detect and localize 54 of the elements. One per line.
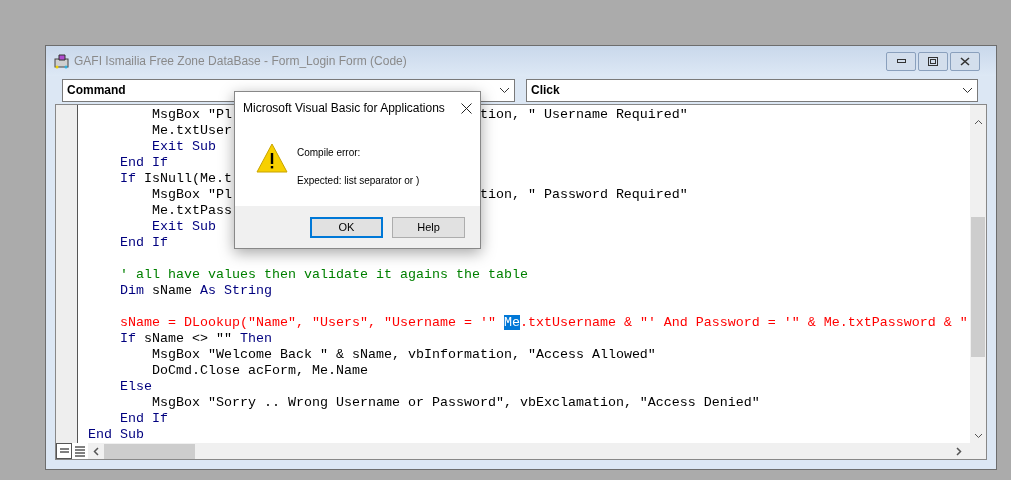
code-text: MsgBox "Sorry .. Wrong Username or Password", vbExclamation, "Access Denied" (151, 395, 760, 410)
form-icon (54, 53, 70, 69)
close-icon[interactable] (461, 102, 472, 114)
procedure-view-icon[interactable] (56, 443, 72, 459)
code-error-text: .txtUsername & "' And Password = '" & Me.txtPassword & " (519, 315, 968, 330)
code-text: DoCmd.Close acForm, Me.Name (151, 363, 368, 378)
code-text: tion, " Username Required" (479, 107, 688, 122)
dialog-button[interactable]: Help (392, 216, 465, 238)
dialog-title: Microsoft Visual Basic for Applications (243, 100, 445, 117)
code-keyword: End Sub (88, 427, 144, 442)
code-text: sName <> "" (143, 331, 233, 346)
code-keyword: Dim (119, 283, 144, 298)
error-message: Expected: list separator or ) (297, 174, 420, 188)
code-keyword: End If (119, 155, 168, 170)
dropdown[interactable]: Click (526, 78, 978, 102)
full-module-view-icon[interactable] (72, 443, 88, 459)
code-text: Me.txtUser (151, 123, 232, 138)
code-keyword: End If (119, 411, 168, 426)
code-text: sName (151, 283, 193, 298)
chevron-down-icon (973, 433, 983, 439)
chevron-right-icon (956, 446, 962, 456)
horizontal-scroll-thumb[interactable] (104, 443, 195, 459)
restore-icon (928, 56, 938, 66)
code-text: MsgBox "Pl (151, 187, 232, 202)
minimize-button[interactable] (886, 51, 916, 71)
chevron-down-icon (962, 86, 973, 94)
code-keyword: Then (240, 331, 272, 346)
code-error-text: sName = DLookup("Name", "Users", "Username = '" (119, 315, 497, 330)
warning-icon (256, 142, 288, 174)
error-heading: Compile error: (297, 146, 362, 160)
code-keyword: If (119, 171, 136, 186)
code-comment: ' all have values then validate it agains the table (119, 267, 528, 282)
code-text: MsgBox "Pl (151, 107, 232, 122)
code-keyword: Exit Sub (151, 219, 216, 234)
code-keyword: Else (119, 379, 152, 394)
code-keyword: As String (200, 283, 272, 298)
code-text: tion, " Password Required" (479, 187, 688, 202)
code-keyword: End If (119, 235, 168, 250)
dialog-button[interactable]: OK (310, 216, 383, 238)
chevron-left-icon (93, 446, 99, 456)
minimize-icon (896, 59, 906, 63)
code-text: IsNull(Me.t (143, 171, 232, 186)
chevron-up-icon (973, 119, 983, 125)
close-icon (960, 56, 970, 66)
chevron-down-icon (499, 86, 510, 94)
close-button[interactable] (950, 51, 980, 71)
code-text: Me.txtPass (151, 203, 232, 218)
code-keyword: Exit Sub (151, 139, 216, 154)
selected-code-text: Me (503, 315, 520, 330)
vertical-scrollbar[interactable] (970, 105, 986, 443)
code-keyword: If (119, 331, 136, 346)
code-text: MsgBox "Welcome Back " & sName, vbInformation, "Access Allowed" (151, 347, 656, 362)
restore-button[interactable] (918, 51, 948, 71)
window-title: GAFI Ismailia Free Zone DataBase - Form_Login Form (Code) (74, 53, 407, 70)
